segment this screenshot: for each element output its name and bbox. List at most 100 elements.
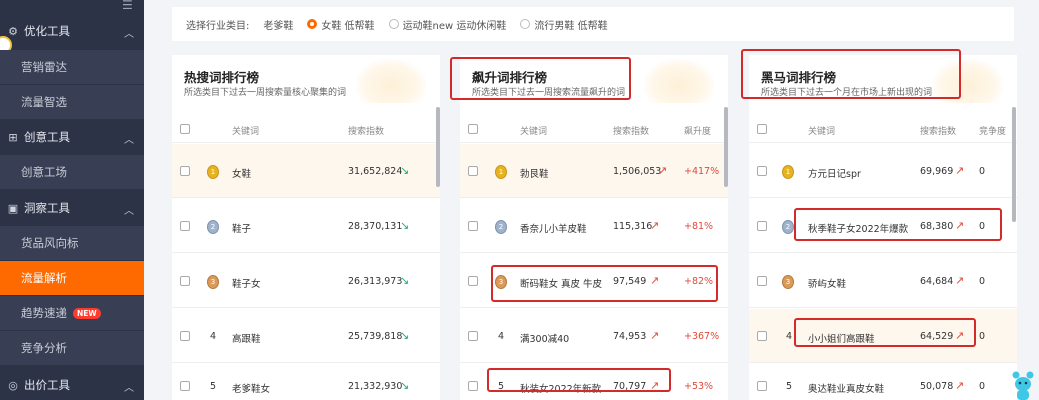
table-row[interactable]: 3 骄屿女鞋 64,684 ↗ 0 [749,254,1017,308]
gold-medal-icon: 1 [495,165,507,179]
sidebar-item-product-trend[interactable]: 货品风向标 [0,226,144,260]
bronze-medal-icon: 3 [207,275,219,289]
keyword[interactable]: 香奈儿小羊皮鞋 [520,221,587,235]
category-filter-bar: 选择行业类目: 老爹鞋 女鞋 低帮鞋 运动鞋new 运动休闲鞋 流行男鞋 低帮鞋 [172,7,1014,41]
rise-rate: +53% [684,381,714,392]
row-checkbox[interactable] [468,221,478,231]
radio-icon[interactable] [388,19,399,29]
rise-rate: +417% [684,166,720,177]
keyword[interactable]: 老爹鞋女 [232,381,270,395]
row-checkbox[interactable] [757,166,767,176]
rank-number: 4 [210,331,217,342]
table-row[interactable]: 1 勃艮鞋 1,506,053 ↗ +417% [460,144,728,198]
filter-option-2[interactable]: 运动鞋new 运动休闲鞋 [388,17,506,32]
row-checkbox[interactable] [757,381,767,391]
filter-option-1[interactable]: 女鞋 低帮鞋 [307,17,375,32]
table-row[interactable]: 2 香奈儿小羊皮鞋 115,316 ↗ +81% [460,199,728,253]
column-header: 搜索指数 [920,127,957,137]
row-checkbox[interactable] [180,331,190,341]
sidebar-item-traffic-analysis[interactable]: 流量解析 [0,261,144,295]
sidebar-item-creative-workshop[interactable]: 创意工场 [0,155,144,189]
row-checkbox[interactable] [757,331,767,341]
search-index: 1,506,053 [613,166,662,177]
search-index: 21,332,930 [348,381,403,392]
annotation-box-rising-row3 [491,265,718,302]
mascot-assistant-icon[interactable] [1011,370,1035,400]
sidebar-item-trend-express[interactable]: 趋势速递 NEW [0,296,144,330]
filter-option-3[interactable]: 流行男鞋 低帮鞋 [520,17,608,32]
keyword[interactable]: 高跟鞋 [232,331,261,345]
row-checkbox[interactable] [468,331,478,341]
trend-up-icon: ↗ [955,274,965,287]
sidebar-group-creative[interactable]: ⊞ 创意工具 ︿ [0,120,144,154]
sidebar-item-label: 营销雷达 [21,60,67,74]
row-checkbox[interactable] [180,276,190,286]
filter-option-label: 流行男鞋 低帮鞋 [534,20,608,32]
sidebar-group-insight[interactable]: ▣ 洞察工具 ︿ [0,191,144,225]
trend-down-icon: ↘ [400,274,410,287]
trend-up-icon: ↗ [650,219,660,232]
keyword[interactable]: 女鞋 [232,166,251,180]
rising-search-card: 飙升词排行榜 所选类目下过去一周搜索流量飙升的词 关键词 搜索指数 飙升度 1 … [460,55,728,400]
table-row[interactable]: 5 老爹鞋女 21,332,930 ↘ [172,364,440,400]
filter-category[interactable]: 老爹鞋 [263,17,293,32]
keyword[interactable]: 奥达鞋业真皮女鞋 [808,381,884,395]
table-row[interactable]: 4 满300减40 74,953 ↗ +367% [460,309,728,363]
row-checkbox[interactable] [180,221,190,231]
column-header: 竞争度 [979,127,1007,137]
row-checkbox[interactable] [468,381,478,391]
sidebar-item-label: 流量解析 [21,271,67,285]
rise-rate: +367% [684,331,720,342]
row-checkbox[interactable] [468,276,478,286]
trend-down-icon: ↘ [400,164,410,177]
sidebar-item-traffic-select[interactable]: 流量智选 [0,85,144,119]
radio-selected-icon[interactable] [307,19,318,29]
keyword[interactable]: 鞋子女 [232,276,261,290]
search-index: 50,078 [920,381,954,392]
select-all-checkbox[interactable] [468,124,478,134]
select-all-checkbox[interactable] [757,124,767,134]
card-title: 热搜词排行榜 [184,70,260,85]
table-row[interactable]: 5 奥达鞋业真皮女鞋 50,078 ↗ 0 [749,364,1017,400]
scrollbar[interactable] [1012,107,1016,222]
table-row[interactable]: 3 鞋子女 26,313,973 ↘ [172,254,440,308]
competition-level: 0 [979,276,986,287]
row-checkbox[interactable] [180,381,190,391]
row-checkbox[interactable] [180,166,190,176]
sidebar-group-bid[interactable]: ◎ 出价工具 ︿ [0,368,144,400]
sidebar-item-label: 货品风向标 [21,236,79,250]
scrollbar[interactable] [724,107,728,187]
select-all-checkbox[interactable] [180,124,190,134]
trend-up-icon: ↗ [650,329,660,342]
column-header: 飙升度 [684,127,712,137]
competition-level: 0 [979,166,986,177]
row-checkbox[interactable] [757,221,767,231]
table-row[interactable]: 4 高跟鞋 25,739,818 ↘ [172,309,440,363]
collapse-menu-icon[interactable]: ☰ [122,0,136,12]
scrollbar[interactable] [436,107,440,187]
keyword[interactable]: 方元日记spr [808,166,861,180]
keyword[interactable]: 满300减40 [520,331,569,345]
sidebar-item-label: 流量智选 [21,95,67,109]
keyword[interactable]: 勃艮鞋 [520,166,549,180]
sidebar-item-competition[interactable]: 竞争分析 [0,331,144,365]
table-row[interactable]: 1 方元日记spr 69,969 ↗ 0 [749,144,1017,198]
row-checkbox[interactable] [468,166,478,176]
chevron-up-icon: ︿ [124,135,134,146]
column-header: 关键词 [232,127,260,137]
annotation-box-darkhorse-row4 [794,318,976,347]
sidebar-item-marketing-radar[interactable]: 营销雷达 [0,50,144,84]
row-checkbox[interactable] [757,276,767,286]
radio-icon[interactable] [520,19,531,29]
column-header: 关键词 [808,127,836,137]
silver-medal-icon: 2 [207,220,219,234]
table-row[interactable]: 1 女鞋 31,652,824 ↘ [172,144,440,198]
table-row[interactable]: 2 鞋子 28,370,131 ↘ [172,199,440,253]
rise-rate: +81% [684,221,714,232]
bid-icon: ◎ [8,378,18,392]
keyword[interactable]: 骄屿女鞋 [808,276,846,290]
sidebar-group-label: 出价工具 [24,378,70,392]
sidebar-group-optimize[interactable]: ⚙ 优化工具 ︿ [0,14,144,48]
keyword[interactable]: 鞋子 [232,221,251,235]
search-index: 26,313,973 [348,276,403,287]
